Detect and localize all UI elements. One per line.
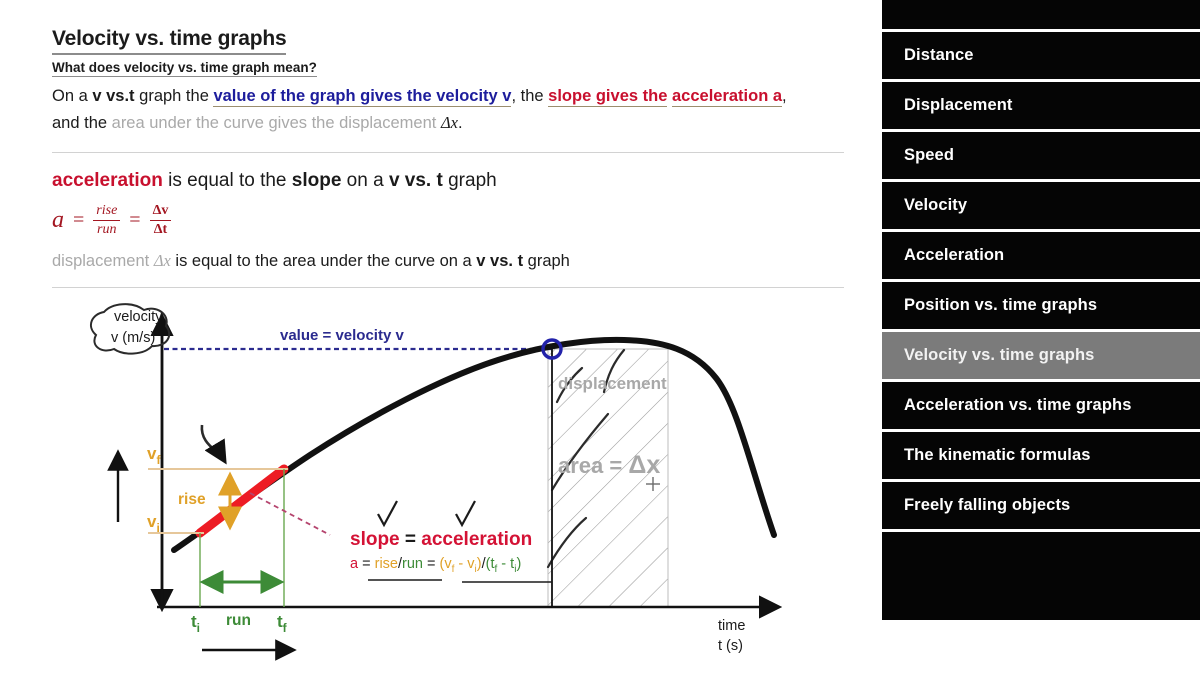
accel-mid-1: is equal to the xyxy=(162,170,292,191)
intro-red-phrase-2: acceleration a xyxy=(671,87,783,107)
sidebar-item-label: Distance xyxy=(904,46,974,64)
accel-mid-2: on a xyxy=(341,170,389,191)
accel-word: acceleration xyxy=(52,170,163,191)
sidebar-item-label: Freely falling objects xyxy=(904,496,1071,514)
formula-a-var: a xyxy=(52,206,64,233)
page-title: Velocity vs. time graphs xyxy=(52,27,287,55)
intro-delta-x: Δx xyxy=(440,112,458,132)
vf-label: vf xyxy=(147,444,161,467)
sidebar-item-label: Displacement xyxy=(904,96,1013,114)
sidebar-item-velocity-vs-time-graphs[interactable]: Velocity vs. time graphs xyxy=(882,332,1200,382)
checkmark-icon-1 xyxy=(377,500,398,528)
x-axis-label-line1: time xyxy=(718,618,745,634)
displacement-vvst: v vs. t xyxy=(476,252,524,270)
formula-rise-over-run: rise run xyxy=(93,203,121,237)
sidebar-item-speed[interactable]: Speed xyxy=(882,132,1200,182)
sidebar-spacer-top xyxy=(882,0,1200,32)
sidebar-item-displacement[interactable]: Displacement xyxy=(882,82,1200,132)
rise-label: rise xyxy=(178,491,206,508)
area-equals-label: area = Δx xyxy=(558,451,660,479)
sidebar-item-acceleration[interactable]: Acceleration xyxy=(882,232,1200,282)
sidebar-item-label: Velocity vs. time graphs xyxy=(904,346,1095,364)
displacement-delta-x: Δx xyxy=(153,251,171,270)
formula-rise: rise xyxy=(93,203,121,221)
formula-run: run xyxy=(97,221,117,237)
intro-text-3: , the xyxy=(511,87,549,105)
displacement-mid: is equal to the area under the curve on … xyxy=(170,252,477,270)
sidebar-empty-tail xyxy=(882,532,1200,620)
displacement-area-label: displacement xyxy=(558,374,667,393)
ti-label: ti xyxy=(191,612,200,635)
acceleration-statement: acceleration is equal to the slope on a … xyxy=(52,170,497,192)
displacement-word: displacement xyxy=(52,252,150,270)
sidebar-item-the-kinematic-formulas[interactable]: The kinematic formulas xyxy=(882,432,1200,482)
y-axis-label-line2: v (m/s) xyxy=(111,330,155,346)
sidebar-item-freely-falling-objects[interactable]: Freely falling objects xyxy=(882,482,1200,532)
sidebar-item-velocity[interactable]: Velocity xyxy=(882,182,1200,232)
divider-top xyxy=(52,152,844,153)
intro-paragraph: On a v vs.t graph the value of the graph… xyxy=(52,84,812,136)
sidebar-item-label: Acceleration vs. time graphs xyxy=(904,396,1132,414)
sidebar-item-acceleration-vs-time-graphs[interactable]: Acceleration vs. time graphs xyxy=(882,382,1200,432)
sidebar-item-label: Speed xyxy=(904,146,955,164)
displacement-end: graph xyxy=(523,252,570,270)
tangent-pointer-curve xyxy=(200,424,227,465)
velocity-time-graph: displacement area = Δx velocity v (m/s) … xyxy=(52,292,844,664)
slide-content: Velocity vs. time graphs What does veloc… xyxy=(0,0,882,675)
sidebar-item-label: The kinematic formulas xyxy=(904,446,1091,464)
formula-delta-v: Δv xyxy=(149,203,172,221)
formula-delta-t: Δt xyxy=(153,221,168,237)
sidebar-item-distance[interactable]: Distance xyxy=(882,32,1200,82)
velocity-curve xyxy=(171,336,777,553)
tf-label: tf xyxy=(277,612,288,635)
lesson-question: What does velocity vs. time graph mean? xyxy=(52,60,317,77)
tangent-slope-segment xyxy=(195,464,289,538)
formula-equals-2: = xyxy=(129,208,141,231)
checkmark-icon-2 xyxy=(455,500,476,528)
intro-period: . xyxy=(457,113,463,132)
divider-bottom xyxy=(52,287,844,288)
intro-vvst-1: v vs.t xyxy=(92,87,135,105)
x-axis-label-line2: t (s) xyxy=(718,638,743,654)
value-velocity-label: value = velocity v xyxy=(280,327,404,344)
intro-gray-phrase: area under the curve gives the displacem… xyxy=(111,113,437,132)
displacement-statement: displacement Δx is equal to the area und… xyxy=(52,251,570,271)
accel-end: graph xyxy=(442,170,497,191)
sidebar-item-position-vs-time-graphs[interactable]: Position vs. time graphs xyxy=(882,282,1200,332)
lesson-sidebar: Distance Displacement Speed Velocity Acc… xyxy=(882,0,1200,675)
sidebar-item-label: Acceleration xyxy=(904,246,1005,264)
intro-red-phrase-1: slope gives the xyxy=(548,87,668,107)
accel-vvst: v vs. t xyxy=(388,170,443,191)
acceleration-formula: a = rise run = Δv Δt xyxy=(52,203,172,237)
intro-text-2: graph the xyxy=(134,87,214,105)
slope-word: slope xyxy=(291,170,342,191)
run-label: run xyxy=(226,612,251,629)
formula-equals-1: = xyxy=(73,208,85,231)
slope-pointer-dashes xyxy=(249,492,331,536)
intro-blue-phrase: value of the graph gives the velocity v xyxy=(213,87,512,107)
formula-dv-over-dt: Δv Δt xyxy=(149,203,172,237)
sidebar-item-label: Position vs. time graphs xyxy=(904,296,1098,314)
y-axis-label-line1: velocity xyxy=(114,309,163,325)
slope-formula-text: a = rise/run = (vf - vi)/(tf - ti) xyxy=(350,556,521,575)
intro-text-1: On a xyxy=(52,87,93,105)
vi-label: vi xyxy=(147,512,160,535)
slide-player: Velocity vs. time graphs What does veloc… xyxy=(0,0,1200,675)
sidebar-item-label: Velocity xyxy=(904,196,968,214)
slope-acceleration-label: slope = acceleration xyxy=(350,529,532,550)
